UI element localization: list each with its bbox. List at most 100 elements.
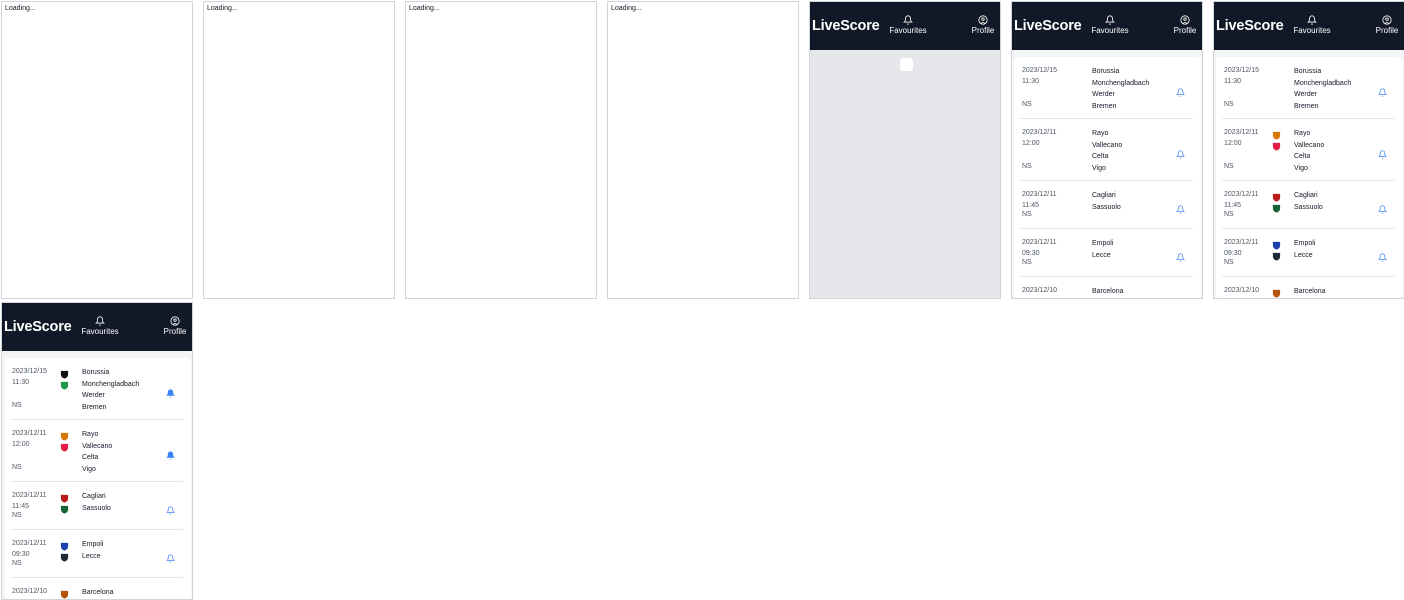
match-date: 2023/12/11 (1022, 129, 1057, 136)
frame-app-loading: LiveScore Favourites Profile (809, 1, 1001, 299)
match-row[interactable]: 2023/12/15 11:30 NS Borussia Monchengladba… (1020, 57, 1193, 119)
match-row[interactable]: 2023/12/10 Barcelona (1222, 277, 1395, 298)
home-team-line: Monchengladbach (1092, 79, 1150, 87)
bell-icon[interactable] (1377, 249, 1388, 262)
bell-icon[interactable] (1175, 201, 1186, 214)
match-row[interactable]: 2023/12/15 11:30 NS Borussia Monchengladba… (10, 358, 183, 420)
home-team-line: Barcelona (1294, 288, 1326, 295)
bell-icon[interactable] (1175, 146, 1186, 159)
match-row[interactable]: 2023/12/11 09:30 NS Empoli Lecce (1020, 229, 1193, 277)
loading-spinner (900, 58, 913, 71)
match-datetime: 2023/12/15 11:30 (1022, 65, 1057, 87)
away-team-line: Bremen (82, 403, 107, 411)
match-row[interactable]: 2023/12/11 09:30 NS Empoli Lecce (1222, 229, 1395, 277)
home-team-line: Monchengladbach (82, 380, 140, 388)
bell-filled-icon[interactable] (165, 385, 176, 398)
bell-icon[interactable] (1175, 249, 1186, 262)
match-date: 2023/12/11 (1224, 239, 1259, 246)
match-teams: Rayo Vallecano Celta Vigo (1092, 128, 1122, 174)
match-time: 11:30 (1022, 78, 1039, 85)
match-status: NS (1022, 259, 1032, 266)
match-row[interactable]: 2023/12/11 11:45 NS Cagliari Sassuolo (1020, 181, 1193, 229)
nav-favourites-label: Favourites (81, 327, 119, 336)
bell-filled-icon[interactable] (165, 447, 176, 460)
barcelona-crest-icon (60, 586, 69, 599)
match-row[interactable]: 2023/12/11 09:30 NS Empoli Lecce (10, 530, 183, 578)
match-row[interactable]: 2023/12/11 12:00 NS Rayo Vallecano Celta Vig… (10, 420, 183, 482)
home-team-line: Monchengladbach (1294, 79, 1352, 87)
away-team-line: Vigo (82, 465, 96, 473)
match-status: NS (12, 560, 22, 567)
bell-icon[interactable] (1377, 84, 1388, 97)
match-status: NS (1224, 163, 1234, 170)
bell-icon (903, 15, 913, 25)
match-list: 2023/12/15 11:30 NS Borussia Monchengladba… (4, 358, 191, 599)
nav-profile[interactable]: Profile (1372, 15, 1402, 35)
nav-profile[interactable]: Profile (968, 15, 998, 35)
nav-profile[interactable]: Profile (160, 316, 190, 336)
match-datetime: 2023/12/15 11:30 (12, 366, 47, 388)
home-team-line: Cagliari (1294, 192, 1318, 199)
home-team-line: Rayo (82, 431, 99, 438)
match-time: 11:45 (12, 503, 29, 510)
away-team-line: Werder (1092, 91, 1115, 98)
empoli-crest-icon (60, 538, 69, 551)
home-team-line: Empoli (1294, 240, 1316, 247)
away-team-line: Lecce (1092, 251, 1111, 259)
match-row[interactable]: 2023/12/15 11:30 NS Borussia Monchengladba… (1222, 57, 1395, 119)
home-team-line: Barcelona (82, 589, 114, 596)
away-team-line: Werder (1294, 91, 1317, 98)
away-team-line: Lecce (1294, 251, 1313, 259)
app-logo[interactable]: LiveScore (812, 18, 886, 34)
rayo-crest-icon (60, 428, 69, 441)
bell-icon[interactable] (1377, 146, 1388, 159)
match-row[interactable]: 2023/12/11 12:00 NS Rayo Vallecano Celta Vig… (1020, 119, 1193, 181)
match-date: 2023/12/11 (12, 540, 47, 547)
match-row[interactable]: 2023/12/11 12:00 NS Rayo Vallecano Celta Vig… (1222, 119, 1395, 181)
user-circle-icon (1382, 15, 1392, 25)
celta-crest-icon (1272, 138, 1281, 151)
navbar: LiveScore Favourites Profile (2, 303, 192, 351)
app-logo[interactable]: LiveScore (1014, 18, 1088, 34)
match-teams: Empoli Lecce (1092, 238, 1113, 261)
match-row[interactable]: 2023/12/11 11:45 NS Cagliari Sassuolo (1222, 181, 1395, 229)
match-row[interactable]: 2023/12/10 Barcelona (1020, 277, 1193, 298)
nav-profile-label: Profile (1173, 26, 1197, 35)
home-team-line: Empoli (1092, 240, 1114, 247)
match-datetime: 2023/12/11 12:00 (1224, 127, 1259, 149)
navbar: LiveScore Favourites Profile (1214, 2, 1404, 50)
match-teams: Barcelona (82, 587, 114, 599)
app-logo[interactable]: LiveScore (4, 319, 78, 335)
nav-favourites[interactable]: Favourites (884, 15, 932, 35)
match-teams: Empoli Lecce (1294, 238, 1315, 261)
bell-icon[interactable] (1377, 201, 1388, 214)
nav-favourites[interactable]: Favourites (1288, 15, 1336, 35)
nav-favourites[interactable]: Favourites (76, 316, 124, 336)
nav-profile[interactable]: Profile (1170, 15, 1200, 35)
match-teams: Cagliari Sassuolo (82, 491, 111, 514)
bell-icon[interactable] (165, 550, 176, 563)
match-time: 09:30 (1224, 250, 1242, 257)
home-team-line: Vallecano (1294, 141, 1325, 149)
sassuolo-crest-icon (60, 501, 69, 514)
home-team-line: Borussia (1294, 68, 1322, 75)
match-row[interactable]: 2023/12/10 Barcelona (10, 578, 183, 599)
app-logo[interactable]: LiveScore (1216, 18, 1290, 34)
sassuolo-crest-icon (1272, 200, 1281, 213)
nav-favourites[interactable]: Favourites (1086, 15, 1134, 35)
match-row[interactable]: 2023/12/11 11:45 NS Cagliari Sassuolo (10, 482, 183, 530)
away-team-line: Celta (1294, 153, 1311, 160)
navbar: LiveScore Favourites Profile (1012, 2, 1202, 50)
match-status: NS (12, 512, 22, 519)
rayo-crest-icon (1272, 127, 1281, 140)
match-date: 2023/12/15 (1022, 67, 1058, 74)
bell-icon[interactable] (1175, 84, 1186, 97)
match-status: NS (1224, 211, 1234, 218)
bell-icon[interactable] (165, 502, 176, 515)
user-circle-icon (170, 316, 180, 326)
nav-profile-label: Profile (163, 327, 187, 336)
match-datetime: 2023/12/11 12:00 (12, 428, 47, 450)
match-datetime: 2023/12/10 (1224, 285, 1259, 296)
match-datetime: 2023/12/11 11:45 (12, 490, 47, 512)
borussia-crest-icon (60, 366, 69, 379)
